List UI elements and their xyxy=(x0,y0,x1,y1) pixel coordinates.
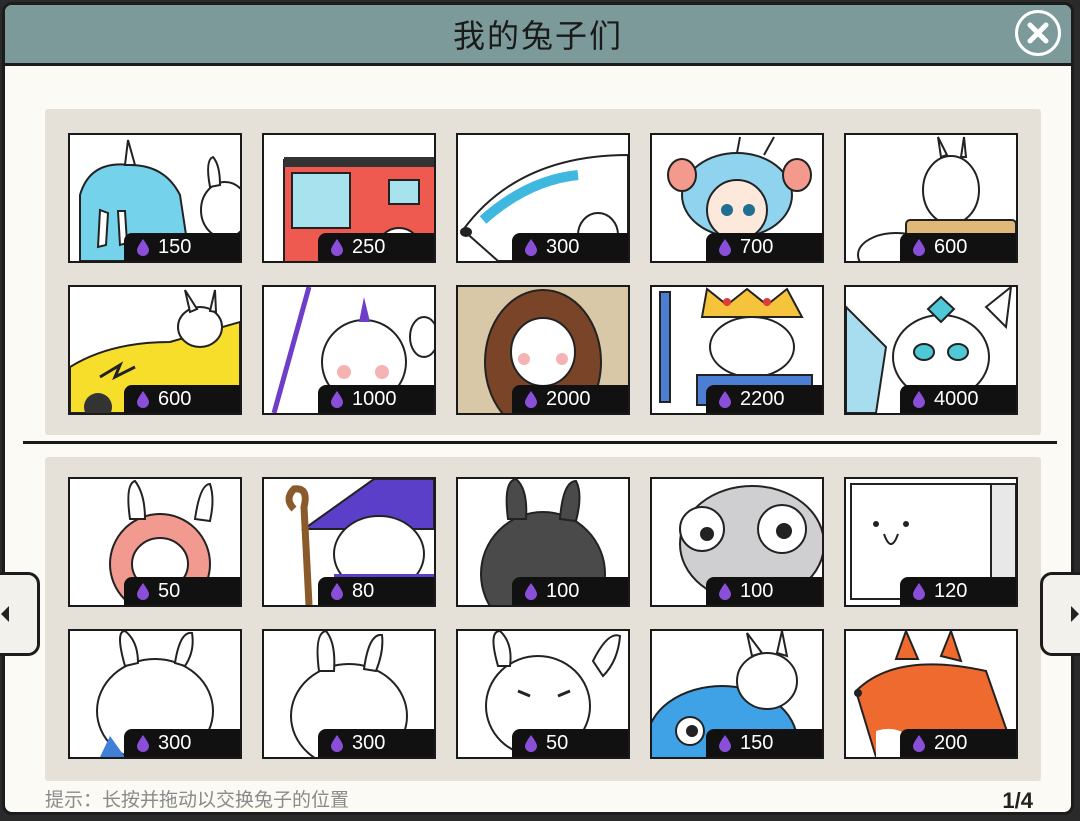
page-title: 我的兔子们 xyxy=(452,17,623,55)
price-tag: 250 xyxy=(318,233,434,261)
bunny-card[interactable]: 300 xyxy=(262,629,436,759)
price-value: 50 xyxy=(546,731,569,754)
price-value: 100 xyxy=(546,579,580,602)
price-value: 2200 xyxy=(740,387,785,410)
bunny-card[interactable]: 1000 xyxy=(262,285,436,415)
price-value: 100 xyxy=(740,579,774,602)
price-value: 700 xyxy=(740,235,774,258)
bunny-card[interactable]: 100 xyxy=(456,477,630,607)
water-drop-icon xyxy=(331,391,343,408)
price-value: 150 xyxy=(158,235,192,258)
water-drop-icon xyxy=(719,735,731,752)
price-value: 300 xyxy=(158,731,192,754)
hint-text: 提示：长按并拖动以交换兔子的位置 xyxy=(45,789,350,811)
price-tag: 600 xyxy=(900,233,1016,261)
price-tag: 100 xyxy=(512,577,628,605)
next-page-button[interactable] xyxy=(1040,572,1080,656)
price-tag: 50 xyxy=(124,577,240,605)
water-drop-icon xyxy=(525,239,537,256)
bunny-collection-window: 我的兔子们 150 250 300 700 600 600 1000 2000 … xyxy=(2,2,1074,815)
close-button[interactable] xyxy=(1015,10,1061,56)
water-drop-icon xyxy=(525,735,537,752)
price-tag: 600 xyxy=(124,385,240,413)
price-tag: 300 xyxy=(124,729,240,757)
price-tag: 2000 xyxy=(512,385,628,413)
price-value: 300 xyxy=(352,731,386,754)
bunny-card[interactable]: 700 xyxy=(650,133,824,263)
bunny-card[interactable]: 50 xyxy=(456,629,630,759)
bunny-card[interactable]: 2200 xyxy=(650,285,824,415)
water-drop-icon xyxy=(913,239,925,256)
arrow-right-icon xyxy=(1071,606,1079,622)
bunny-card[interactable]: 50 xyxy=(68,477,242,607)
page-indicator: 1/4 xyxy=(1002,788,1033,813)
price-tag: 200 xyxy=(900,729,1016,757)
price-tag: 120 xyxy=(900,577,1016,605)
water-drop-icon xyxy=(719,239,731,256)
section-divider xyxy=(23,441,1057,444)
bunny-card[interactable]: 4000 xyxy=(844,285,1018,415)
price-tag: 700 xyxy=(706,233,822,261)
close-icon xyxy=(1027,22,1049,44)
price-value: 300 xyxy=(546,235,580,258)
bunny-card[interactable]: 600 xyxy=(68,285,242,415)
bunny-card[interactable]: 300 xyxy=(68,629,242,759)
water-drop-icon xyxy=(525,583,537,600)
bunny-card[interactable]: 80 xyxy=(262,477,436,607)
price-value: 50 xyxy=(158,579,181,602)
price-tag: 4000 xyxy=(900,385,1016,413)
owned-bunnies-panel: 150 250 300 700 600 600 1000 2000 2200 4… xyxy=(45,109,1041,435)
price-value: 4000 xyxy=(934,387,979,410)
bunny-card[interactable]: 2000 xyxy=(456,285,630,415)
price-tag: 2200 xyxy=(706,385,822,413)
price-value: 200 xyxy=(934,731,968,754)
price-tag: 300 xyxy=(512,233,628,261)
water-drop-icon xyxy=(719,583,731,600)
bunny-card[interactable]: 200 xyxy=(844,629,1018,759)
price-value: 80 xyxy=(352,579,375,602)
price-tag: 100 xyxy=(706,577,822,605)
water-drop-icon xyxy=(331,735,343,752)
bunny-card[interactable]: 120 xyxy=(844,477,1018,607)
water-drop-icon xyxy=(331,239,343,256)
water-drop-icon xyxy=(331,583,343,600)
price-tag: 80 xyxy=(318,577,434,605)
title-bar: 我的兔子们 xyxy=(5,5,1071,66)
water-drop-icon xyxy=(719,391,731,408)
water-drop-icon xyxy=(137,239,149,256)
arrow-left-icon xyxy=(1,606,9,622)
price-value: 250 xyxy=(352,235,386,258)
price-value: 600 xyxy=(158,387,192,410)
bunny-card[interactable]: 250 xyxy=(262,133,436,263)
price-tag: 150 xyxy=(706,729,822,757)
bunny-card[interactable]: 150 xyxy=(650,629,824,759)
water-drop-icon xyxy=(137,583,149,600)
price-tag: 300 xyxy=(318,729,434,757)
water-drop-icon xyxy=(137,391,149,408)
price-value: 1000 xyxy=(352,387,397,410)
price-value: 150 xyxy=(740,731,774,754)
bunny-card[interactable]: 100 xyxy=(650,477,824,607)
available-bunnies-panel: 50 80 100 100 120 300 300 50 150 200 xyxy=(45,457,1041,781)
water-drop-icon xyxy=(913,735,925,752)
price-tag: 50 xyxy=(512,729,628,757)
bunny-card[interactable]: 300 xyxy=(456,133,630,263)
bunny-card[interactable]: 600 xyxy=(844,133,1018,263)
bunny-card[interactable]: 150 xyxy=(68,133,242,263)
water-drop-icon xyxy=(137,735,149,752)
water-drop-icon xyxy=(525,391,537,408)
water-drop-icon xyxy=(913,583,925,600)
price-tag: 1000 xyxy=(318,385,434,413)
price-value: 600 xyxy=(934,235,968,258)
price-value: 2000 xyxy=(546,387,591,410)
prev-page-button[interactable] xyxy=(0,572,40,656)
water-drop-icon xyxy=(913,391,925,408)
price-tag: 150 xyxy=(124,233,240,261)
price-value: 120 xyxy=(934,579,968,602)
